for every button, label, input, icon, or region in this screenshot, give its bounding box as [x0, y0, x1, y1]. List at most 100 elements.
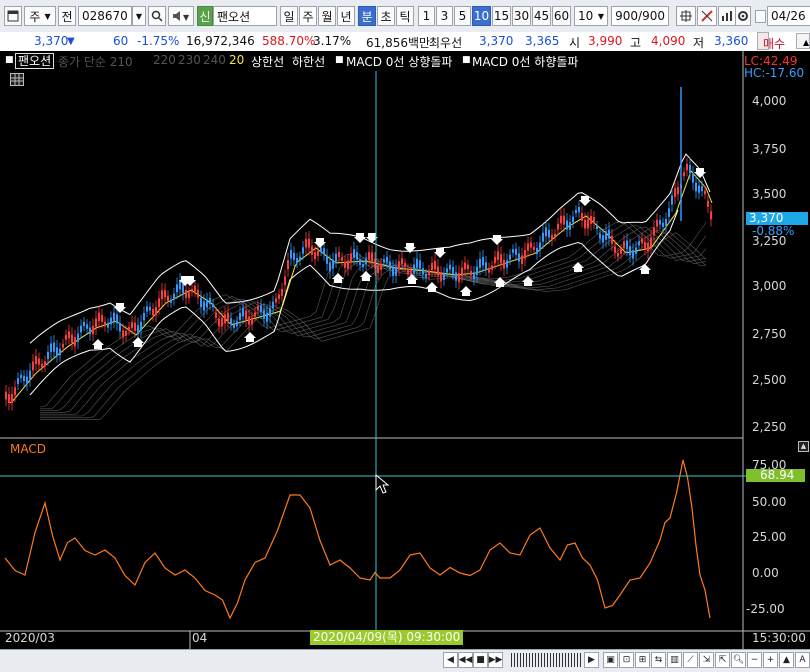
- search-button[interactable]: [148, 6, 166, 26]
- quote-scroll-button[interactable]: ▲: [796, 33, 810, 49]
- draw-tool-button[interactable]: [697, 6, 717, 26]
- candle-body: [533, 246, 535, 251]
- scroll-right-button[interactable]: ▶: [584, 652, 599, 668]
- legend-macd-down-cross[interactable]: MACD 0선 하향돌파: [472, 53, 578, 70]
- current-price-pct: -0.88%: [752, 224, 795, 238]
- zoom-in-button[interactable]: +: [763, 652, 778, 668]
- code-dropdown-button[interactable]: ▼: [132, 6, 146, 26]
- period-label: 월: [321, 9, 333, 24]
- legend-ma-240[interactable]: 240: [203, 53, 226, 67]
- candle-body: [659, 220, 661, 225]
- candle-body: [26, 376, 28, 384]
- text-icon: A: [799, 655, 806, 665]
- minus-icon: −: [750, 655, 759, 665]
- candle-body: [647, 242, 649, 252]
- zoom-box-button[interactable]: ▣: [603, 652, 618, 668]
- candle-body: [176, 284, 178, 293]
- candle-body: [674, 188, 676, 197]
- interval-15-button[interactable]: 15: [492, 6, 511, 26]
- forward-button[interactable]: ▶▶: [488, 652, 503, 668]
- candle-body: [188, 292, 190, 298]
- fit-button[interactable]: ⊡: [619, 652, 634, 668]
- chart-area[interactable]: ■ 팬오션 종가 단순 210 220 230 240 20 상한선 하한선 ■…: [0, 51, 810, 649]
- scroll-up-button[interactable]: ▲: [779, 652, 794, 668]
- legend-macd-up-cross[interactable]: MACD 0선 상향돌파: [346, 53, 452, 70]
- rewind-button[interactable]: ◀◀: [458, 652, 473, 668]
- count-input[interactable]: 900/900: [611, 6, 669, 26]
- candle-body: [689, 165, 691, 174]
- type-select[interactable]: 주 ▼: [24, 6, 56, 26]
- candle-body: [530, 242, 532, 248]
- bars-button[interactable]: ▥: [667, 652, 682, 668]
- interval-3-button[interactable]: 3: [436, 6, 453, 26]
- turnover-rate: 3.17%: [313, 34, 352, 48]
- expand-button[interactable]: ⊞: [635, 652, 650, 668]
- legend-stock-name[interactable]: 팬오션: [15, 53, 55, 69]
- candle-body: [74, 337, 76, 347]
- period-month-button[interactable]: 월: [318, 6, 336, 26]
- legend-ma-210[interactable]: 종가 단순 210: [58, 53, 133, 70]
- candle-body: [554, 233, 556, 237]
- stretch-button[interactable]: ⇱: [715, 652, 730, 668]
- time-tick-start: 2020/03: [5, 631, 55, 645]
- zoom-search-button[interactable]: 🔍︎: [731, 652, 746, 668]
- indicator-button[interactable]: [718, 6, 736, 26]
- buy-button[interactable]: 매수: [757, 32, 785, 51]
- crosshair-tool-button[interactable]: [676, 6, 696, 26]
- legend-ma-20[interactable]: 20: [229, 53, 244, 67]
- legend-ma-220[interactable]: 220: [153, 53, 176, 67]
- compress-icon: ⇲: [702, 655, 711, 665]
- date-checkbox[interactable]: [755, 10, 766, 23]
- candle-body: [179, 280, 181, 290]
- period-year-button[interactable]: 년: [337, 6, 355, 26]
- legend-lower-band[interactable]: 하한선: [292, 53, 325, 70]
- interval-45-button[interactable]: 45: [532, 6, 551, 26]
- period-day-button[interactable]: 일: [280, 6, 298, 26]
- stock-code-input[interactable]: 028670: [78, 6, 132, 26]
- candle-body: [194, 285, 196, 292]
- settings-button[interactable]: [735, 6, 751, 26]
- up-arrow-icon: [522, 276, 534, 286]
- candle-body: [461, 267, 463, 276]
- interval-5-button[interactable]: 5: [454, 6, 471, 26]
- text-size-button[interactable]: A: [795, 652, 810, 668]
- candle-body: [170, 299, 172, 303]
- candle-body: [167, 295, 169, 302]
- legend-upper-band[interactable]: 상한선: [251, 53, 284, 70]
- scroll-track[interactable]: [511, 653, 581, 667]
- interval-select[interactable]: 10 ▼: [574, 6, 608, 26]
- pan-button[interactable]: ⇆: [651, 652, 666, 668]
- macd-tick: 25.00: [752, 530, 787, 544]
- interval-60-button[interactable]: 60: [552, 6, 571, 26]
- candle-body: [512, 249, 514, 253]
- period-week-button[interactable]: 주: [299, 6, 317, 26]
- interval-1-button[interactable]: 1: [418, 6, 435, 26]
- prev-button[interactable]: 전: [58, 6, 76, 26]
- macd-panel-toggle[interactable]: ▲: [798, 441, 809, 452]
- zoom-out-button[interactable]: −: [747, 652, 762, 668]
- legend-ma-230[interactable]: 230: [178, 53, 201, 67]
- period-tick-button[interactable]: 틱: [396, 6, 414, 26]
- scroll-left-button[interactable]: ◀: [443, 652, 458, 668]
- quote-bar: 3,370 ▼ 60 -1.75% 16,972,346 588.70% 3.1…: [0, 32, 810, 52]
- candle-body: [206, 299, 208, 308]
- crosshair-time-label: 2020/04/09(목) 09:30:00: [310, 630, 464, 645]
- candle-body: [155, 307, 157, 316]
- candle-body: [287, 260, 289, 270]
- period-second-button[interactable]: 초: [377, 6, 395, 26]
- stop-button[interactable]: ■: [473, 652, 488, 668]
- candle-body: [473, 272, 475, 279]
- interval-30-button[interactable]: 30: [512, 6, 531, 26]
- candle-body: [89, 327, 91, 335]
- candle-body: [71, 334, 73, 343]
- line-button[interactable]: ⟋: [683, 652, 698, 668]
- candle-body: [548, 229, 550, 238]
- data-table-icon[interactable]: [10, 73, 24, 86]
- speaker-button[interactable]: ▼: [168, 6, 194, 26]
- compress-button[interactable]: ⇲: [699, 652, 714, 668]
- date-input[interactable]: 04/26: [767, 6, 810, 26]
- stock-name-field[interactable]: 팬오션: [213, 6, 277, 26]
- window-icon[interactable]: [4, 6, 22, 26]
- interval-10-button[interactable]: 10: [472, 6, 491, 26]
- period-minute-button[interactable]: 분: [358, 6, 376, 26]
